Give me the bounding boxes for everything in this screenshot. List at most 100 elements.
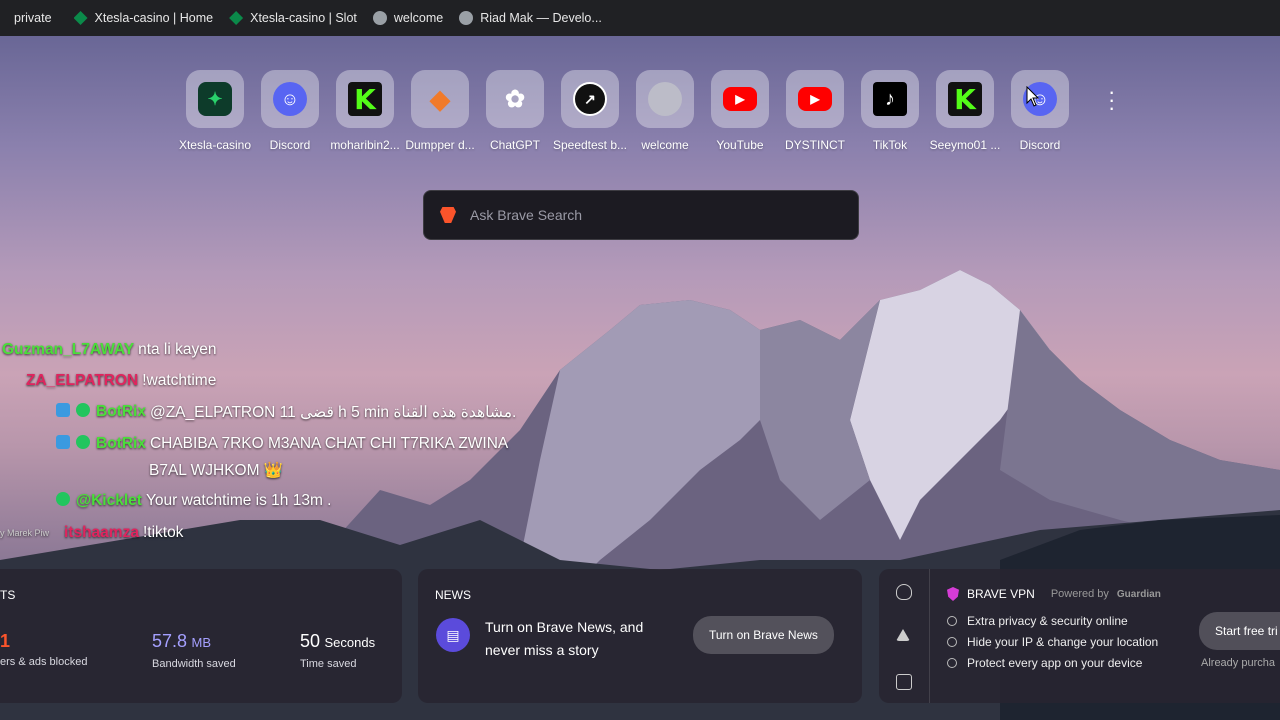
time-label: Time saved <box>300 658 357 670</box>
top-sites: ✦ Xtesla-casino ☺ Discord K moharibin2..… <box>179 70 1069 152</box>
verified-badge-icon <box>56 492 70 506</box>
bandwidth-stat: 57.8 MB <box>152 631 211 652</box>
top-site-tile[interactable]: ☺ Discord <box>1011 70 1069 152</box>
bookmark-label: Xtesla-casino | Slot <box>250 11 357 25</box>
bookmark-xtesla-slot[interactable]: Xtesla-casino | Slot <box>221 0 365 36</box>
check-icon <box>947 616 957 626</box>
chat-username: itshaamza <box>64 524 139 541</box>
media-icon[interactable] <box>896 674 912 690</box>
dumpper-icon: ◆ <box>430 83 450 114</box>
chat-message: @Kicklet Your watchtime is 1h 13m . <box>56 492 331 510</box>
top-site-tile[interactable]: ↗ Speedtest b... <box>553 70 627 152</box>
top-site-label: YouTube <box>716 138 764 152</box>
check-icon <box>947 658 957 668</box>
bookmark-private[interactable]: private <box>0 0 60 36</box>
chat-message: BotRix @ZA_ELPATRON 11 قضى h 5 min مشاهد… <box>56 403 516 422</box>
bookmark-riad-mak[interactable]: Riad Mak — Develo... <box>451 0 610 36</box>
top-site-label: Discord <box>269 138 311 152</box>
tiktok-icon: ♪ <box>873 82 907 116</box>
guardian-logo: Guardian <box>1116 588 1161 600</box>
vpn-feature: Protect every app on your device <box>947 656 1142 670</box>
vpn-feature: Extra privacy & security online <box>947 614 1128 628</box>
chat-message-continued: B7AL WJHKOM 👑 <box>149 461 283 480</box>
top-site-label: moharibin2... <box>330 138 400 152</box>
bookmark-label: Xtesla-casino | Home <box>94 11 214 25</box>
vpn-shield-icon <box>947 587 959 601</box>
vpn-feature: Hide your IP & change your location <box>947 635 1158 649</box>
stats-title: TS <box>0 588 16 602</box>
xtesla-icon <box>73 11 88 25</box>
verified-badge-icon <box>76 403 90 417</box>
vpn-header: BRAVE VPN Powered by Guardian <box>947 587 1161 601</box>
top-site-label: welcome <box>641 138 689 152</box>
chat-username: Guzman_L7AWAY <box>2 341 135 358</box>
start-free-trial-button[interactable]: Start free tri <box>1199 612 1280 650</box>
vpn-title: BRAVE VPN <box>967 587 1035 601</box>
top-site-tile[interactable]: K Seeymo01 ... <box>930 70 1000 152</box>
search-box <box>423 190 859 240</box>
chat-message: ZA_ELPATRON !watchtime <box>26 372 216 390</box>
shield-icon[interactable] <box>896 584 912 600</box>
youtube-icon: ▶ <box>723 87 757 111</box>
turn-on-news-button[interactable]: Turn on Brave News <box>693 616 834 654</box>
chat-text: !tiktok <box>142 524 184 541</box>
news-promo: Turn on Brave News, and never miss a sto… <box>485 616 643 662</box>
vpn-feature-text: Protect every app on your device <box>967 656 1143 670</box>
mod-badge-icon <box>56 403 70 417</box>
news-promo-line1: Turn on Brave News, and <box>485 619 644 635</box>
verified-badge-icon <box>76 435 90 449</box>
top-site-tile[interactable]: ✦ Xtesla-casino <box>179 70 251 152</box>
stats-card: TS 1 ers & ads blocked 57.8 MB Bandwidth… <box>0 569 402 703</box>
photo-credit: y Marek Piw <box>0 528 50 538</box>
more-options-icon[interactable]: · · · <box>1108 81 1115 119</box>
top-site-label: Speedtest b... <box>552 138 628 152</box>
chat-text: Your watchtime is 1h 13m . <box>145 492 332 509</box>
bookmark-label: private <box>14 11 52 25</box>
chat-text: @ZA_ELPATRON 11 قضى h 5 min مشاهدة هذه ا… <box>149 404 517 421</box>
vpn-feature-text: Extra privacy & security online <box>967 614 1128 628</box>
trackers-label: ers & ads blocked <box>0 656 88 668</box>
top-site-tile[interactable]: K moharibin2... <box>330 70 400 152</box>
chat-username: BotRix <box>96 403 146 420</box>
xtesla-icon: ✦ <box>198 82 232 116</box>
mouse-cursor-icon <box>1026 86 1040 107</box>
speedtest-icon: ↗ <box>573 82 607 116</box>
top-site-tile[interactable]: ♪ TikTok <box>861 70 919 152</box>
warning-icon[interactable] <box>896 629 910 641</box>
globe-icon <box>648 82 682 116</box>
top-site-tile[interactable]: ☺ Discord <box>261 70 319 152</box>
top-site-tile[interactable]: ▶ DYSTINCT <box>785 70 845 152</box>
chat-message: y Marek Piw itshaamza !tiktok <box>0 524 183 542</box>
discord-icon: ☺ <box>273 82 307 116</box>
top-site-tile[interactable]: welcome <box>636 70 694 152</box>
chat-message: BotRix CHABIBA 7RKO M3ANA CHAT CHI T7RIK… <box>56 435 508 453</box>
kick-icon: K <box>348 82 382 116</box>
vpn-powered: Powered by <box>1050 588 1109 600</box>
news-card: NEWS ▤ Turn on Brave News, and never mis… <box>418 569 862 703</box>
bookmark-welcome[interactable]: welcome <box>365 0 451 36</box>
top-site-tile[interactable]: ◆ Dumpper d... <box>405 70 475 152</box>
time-value: 50 <box>300 631 321 651</box>
top-site-tile[interactable]: ▶ YouTube <box>711 70 769 152</box>
vpn-card: BRAVE VPN Powered by Guardian Extra priv… <box>879 569 1280 703</box>
already-purchased-link[interactable]: Already purcha <box>1201 657 1275 669</box>
bookmarks-bar: private Xtesla-casino | Home Xtesla-casi… <box>0 0 1280 36</box>
time-stat: 50 Seconds <box>300 631 375 652</box>
youtube-icon: ▶ <box>798 87 832 111</box>
bookmark-xtesla-home[interactable]: Xtesla-casino | Home <box>66 0 222 36</box>
top-site-label: ChatGPT <box>489 138 540 152</box>
top-site-label: Discord <box>1019 138 1061 152</box>
news-title: NEWS <box>435 588 471 602</box>
brave-icon <box>440 207 456 223</box>
top-site-tile[interactable]: ✿ ChatGPT <box>486 70 544 152</box>
check-icon <box>947 637 957 647</box>
vpn-feature-text: Hide your IP & change your location <box>967 635 1159 649</box>
chatgpt-icon: ✿ <box>504 85 526 113</box>
chat-username: ZA_ELPATRON <box>26 372 139 389</box>
xtesla-icon <box>229 11 244 25</box>
globe-icon <box>459 11 474 25</box>
bookmark-label: Riad Mak — Develo... <box>480 11 602 25</box>
search-input[interactable] <box>468 206 832 224</box>
chat-message: Guzman_L7AWAY nta li kayen <box>2 341 217 359</box>
kick-icon: K <box>948 82 982 116</box>
